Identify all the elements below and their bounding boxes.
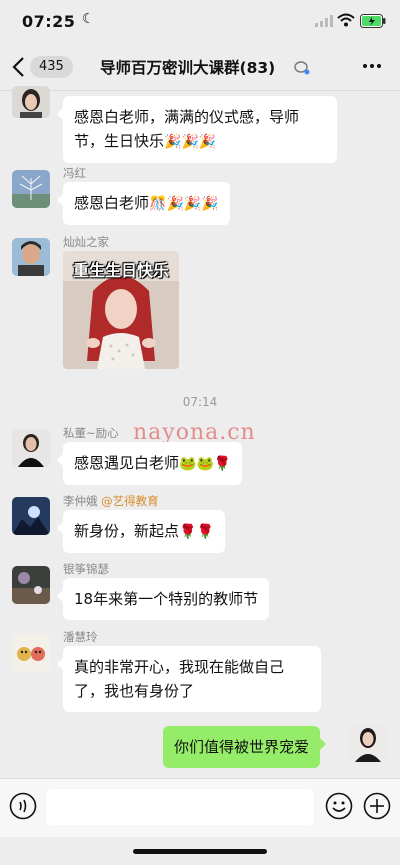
chat-title: 导师百万密训大课群(83)	[100, 59, 276, 77]
message-bubble[interactable]: 新身份，新起点🌹🌹	[57, 510, 225, 553]
signal-icon	[315, 15, 333, 27]
message-bubble[interactable]: 感恩遇见白老师🐸🐸🌹	[56, 442, 243, 485]
sender-name: 冯红	[63, 166, 86, 180]
chat-header: 435 导师百万密训大课群(83)	[0, 44, 400, 91]
sender-tag: @艺得教育	[101, 494, 159, 508]
sender-name: 潘慧玲	[63, 630, 98, 644]
moon-icon: ☾	[82, 11, 95, 27]
chevron-left-icon[interactable]	[10, 56, 28, 78]
message-bubble[interactable]: 18年来第一个特别的教师节	[56, 578, 270, 620]
sender-name: 灿灿之家	[63, 235, 109, 249]
message-text: 节，生日快乐	[74, 132, 165, 150]
message-text: 你们值得被世界宠爱	[174, 738, 310, 756]
message-input[interactable]	[46, 789, 314, 825]
plus-icon[interactable]	[363, 792, 391, 820]
message-text: 18年来第一个特别的教师节	[74, 590, 259, 608]
sticker-caption: 重生生日快乐	[72, 261, 169, 280]
message-emoji: 🌹🌹	[179, 524, 214, 540]
avatar[interactable]	[12, 238, 50, 276]
input-bar	[0, 778, 400, 837]
message-text: 了，我也有身份了	[74, 682, 195, 700]
status-bar: 07:25 ☾	[0, 0, 400, 44]
chat-bubble-icon	[294, 61, 310, 75]
avatar[interactable]	[12, 429, 50, 467]
emoji-icon[interactable]	[325, 792, 353, 820]
voice-icon[interactable]	[9, 792, 37, 820]
timestamp: 07:14	[182, 395, 218, 409]
avatar[interactable]	[12, 634, 50, 672]
avatar[interactable]	[12, 86, 50, 118]
message-bubble[interactable]: 感恩白老师🎊🎉🎉🎉	[57, 182, 230, 225]
birthday-sticker[interactable]: 重生生日快乐	[63, 251, 179, 369]
message-emoji: 🐸🐸🌹	[179, 456, 232, 472]
message-bubble-self[interactable]: 你们值得被世界宠爱	[163, 726, 327, 768]
message-text: 真的非常开心，我现在能做自己	[74, 658, 285, 676]
message-text: 感恩白老师，满满的仪式感，导师	[74, 108, 300, 126]
my-avatar[interactable]	[349, 724, 387, 762]
unread-badge[interactable]: 435	[30, 56, 73, 78]
message-bubble[interactable]: 真的非常开心，我现在能做自己 了，我也有身份了	[57, 646, 321, 712]
sender-name: 李仲娥 @艺得教育	[63, 493, 159, 509]
battery-icon	[360, 14, 386, 28]
message-text: 感恩白老师	[74, 194, 150, 212]
status-time: 07:25	[22, 12, 76, 31]
message-text: 感恩遇见白老师	[74, 454, 180, 472]
avatar[interactable]	[12, 497, 50, 535]
avatar[interactable]	[12, 566, 50, 604]
avatar[interactable]	[12, 170, 50, 208]
message-text: 新身份，新起点	[74, 522, 180, 540]
more-dots-icon[interactable]	[362, 59, 382, 73]
message-emoji: 🎊🎉🎉🎉	[149, 196, 219, 212]
message-bubble[interactable]: 感恩白老师，满满的仪式感，导师 节，生日快乐🎉🎉🎉	[57, 96, 337, 163]
sender-name: 银筝锦瑟	[63, 562, 109, 576]
sender-name-text: 李仲娥	[63, 494, 98, 508]
wifi-icon	[337, 13, 355, 27]
home-indicator	[133, 849, 267, 854]
sender-name: 私董~励心	[63, 426, 119, 440]
message-emoji: 🎉🎉🎉	[164, 134, 217, 150]
